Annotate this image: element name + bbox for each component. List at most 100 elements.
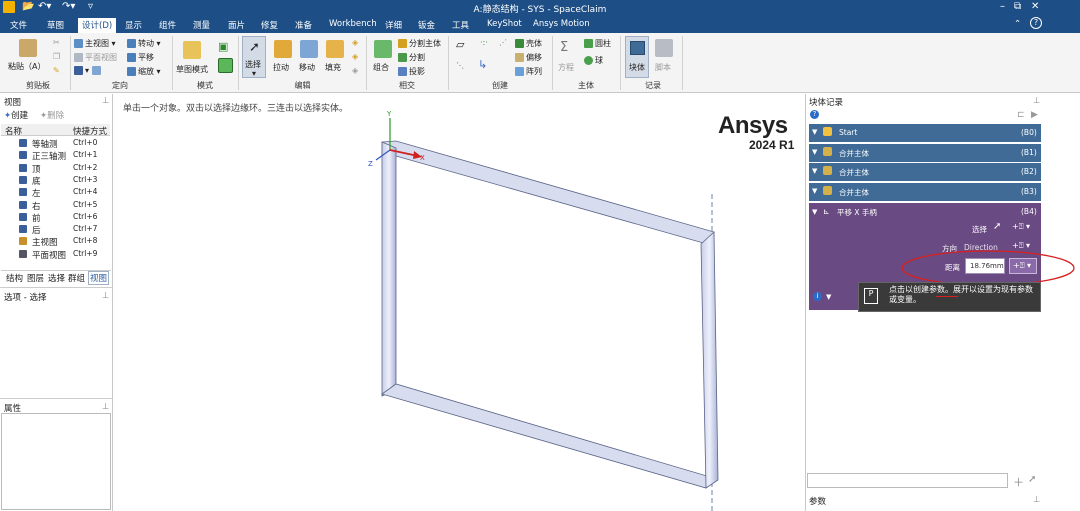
pan-button[interactable]: 平移 (127, 52, 154, 63)
view-item-name[interactable]: 等轴测 (32, 138, 58, 150)
pattern-button[interactable]: 阵列 (515, 66, 542, 77)
menu-tools[interactable]: 工具 (452, 19, 469, 31)
tab-structure[interactable]: 结构 (6, 272, 23, 284)
pull-button[interactable]: 拉动 (273, 62, 289, 73)
block-chevron-icon[interactable]: ▼ (812, 167, 817, 175)
view-item-name[interactable]: 后 (32, 224, 41, 236)
cylinder-button[interactable]: 圆柱 (584, 38, 611, 49)
left-tube[interactable] (381, 141, 397, 397)
view-item-name[interactable]: 平面视图 (32, 249, 66, 261)
active-block-chevron-icon[interactable]: ▼ (812, 208, 817, 216)
menu-measure[interactable]: 测量 (193, 19, 210, 31)
block-record-pin-icon[interactable]: ⊥ (1033, 96, 1040, 106)
pin-icon[interactable]: ⊥ (102, 96, 109, 106)
offset-button[interactable]: 偏移 (515, 52, 542, 63)
cut-icon[interactable]: ✂ (53, 38, 60, 47)
block-button[interactable]: 块体 (625, 36, 649, 78)
block-chevron-icon[interactable]: ▼ (812, 128, 817, 136)
top-tube[interactable] (381, 140, 715, 247)
copy-icon[interactable]: ❐ (53, 52, 60, 61)
help-icon[interactable]: ? (1030, 17, 1042, 29)
point-icon[interactable]: ⋰ (499, 38, 507, 47)
view-item-name[interactable]: 前 (32, 212, 41, 224)
split-button[interactable]: 分割 (398, 52, 425, 63)
play-icon[interactable]: ▶ (1031, 110, 1038, 120)
view-item-name[interactable]: 主视图 (32, 236, 58, 248)
options-pin-icon[interactable]: ⊥ (102, 291, 109, 301)
properties-grid[interactable] (1, 413, 111, 510)
menu-prepare[interactable]: 准备 (295, 19, 312, 31)
menu-workbench[interactable]: Workbench (329, 19, 377, 29)
add-block-icon[interactable]: ＋ (1013, 474, 1024, 490)
cursor-add-icon[interactable]: ➚ (1028, 474, 1036, 485)
block-row[interactable]: ▼ 合并主体 (B3) (809, 182, 1041, 201)
split-body-button[interactable]: 分割主体 (398, 38, 441, 49)
sketch-mode-button[interactable]: 草图模式 (176, 64, 208, 75)
col-name[interactable]: 名称 (5, 125, 22, 137)
block-row[interactable]: ▼ 合并主体 (B1) (809, 143, 1041, 162)
block-row[interactable]: ▼ 合并主体 (B2) (809, 163, 1041, 181)
block-chevron-icon[interactable]: ▼ (812, 148, 817, 156)
right-tube[interactable] (700, 231, 719, 489)
plane-icon[interactable]: ▱ (456, 38, 464, 51)
rotate-button[interactable]: 转动 ▾ (127, 38, 161, 49)
block-search-input[interactable] (807, 473, 1008, 488)
fill-button[interactable]: 填充 (325, 62, 341, 73)
tab-layers[interactable]: 图层 (27, 272, 44, 284)
frame-body[interactable] (381, 140, 719, 489)
col-shortcut[interactable]: 快捷方式 (73, 125, 107, 137)
tab-groups[interactable]: 群组 (68, 272, 85, 284)
replace-icon[interactable]: ◈ (352, 66, 358, 75)
blend-icon[interactable]: ◈ (352, 38, 358, 47)
menu-display[interactable]: 显示 (125, 19, 142, 31)
view-item-name[interactable]: 底 (32, 175, 41, 187)
help-circle-icon[interactable]: ? (810, 110, 819, 119)
menu-ansys-motion[interactable]: Ansys Motion (533, 19, 590, 29)
tab-selection[interactable]: 选择 (48, 272, 65, 284)
line-icon[interactable]: ⋱ (456, 61, 464, 70)
view-item-name[interactable]: 顶 (32, 163, 41, 175)
sphere-button[interactable]: 球 (584, 55, 603, 66)
menu-keyshot[interactable]: KeyShot (487, 19, 522, 29)
properties-pin-icon[interactable]: ⊥ (102, 402, 109, 412)
delete-view-button[interactable]: ✦删除 (40, 109, 64, 121)
replay-icon[interactable]: ⊏ (1017, 110, 1025, 120)
paste-button[interactable]: 粘贴（A） (8, 61, 45, 72)
view-item-name[interactable]: 正三轴测 (32, 150, 66, 162)
params-pin-icon[interactable]: ⊥ (1033, 495, 1040, 505)
origin-icon[interactable]: ↳ (478, 58, 487, 71)
tweak-icon[interactable]: ◈ (352, 52, 358, 61)
minimize-button[interactable]: – (1000, 1, 1005, 12)
block-chevron-icon[interactable]: ▼ (812, 187, 817, 195)
menu-detail[interactable]: 详细 (385, 19, 402, 31)
select-cursor-icon[interactable]: ➚ (993, 221, 1001, 232)
create-view-button[interactable]: ✦创建 (4, 109, 28, 121)
select-button[interactable]: ➚ 选择 ▾ (242, 36, 266, 78)
menu-file[interactable]: 文件 (10, 19, 27, 31)
restore-button[interactable]: ⧉ (1014, 1, 1021, 12)
menu-repair[interactable]: 修复 (261, 19, 278, 31)
close-button[interactable]: ✕ (1031, 1, 1039, 12)
view-item-name[interactable]: 左 (32, 187, 41, 199)
plane-view-button[interactable]: 平面视图 (74, 52, 117, 63)
project-button[interactable]: 投影 (398, 66, 425, 77)
select-param-button[interactable]: +⍰ ▾ (1012, 222, 1030, 232)
collapse-ribbon-icon[interactable]: ⌃ (1014, 19, 1021, 29)
shell-button[interactable]: 壳体 (515, 38, 542, 49)
zoom-button[interactable]: 缩放 ▾ (127, 66, 161, 77)
3d-mode-icon[interactable] (218, 58, 233, 73)
equation-button[interactable]: 方程 (558, 62, 574, 73)
section-mode-icon[interactable]: ▣ (218, 40, 228, 53)
script-button[interactable]: 脚本 (655, 62, 671, 73)
menu-design[interactable]: 设计(D) (78, 18, 117, 33)
move-button[interactable]: 移动 (299, 62, 315, 73)
info-dropdown-icon[interactable]: ▼ (826, 293, 831, 301)
home-view-button[interactable]: 主视图 ▾ (74, 38, 116, 49)
info-icon[interactable]: i (813, 292, 822, 301)
combine-button[interactable]: 组合 (373, 62, 389, 73)
block-row[interactable]: ▼ Start (B0) (809, 124, 1041, 142)
axis-icon[interactable]: ·:· (480, 38, 488, 47)
menu-sheetmetal[interactable]: 钣金 (418, 19, 435, 31)
bottom-tube[interactable] (381, 383, 718, 489)
menu-facets[interactable]: 面片 (228, 19, 245, 31)
